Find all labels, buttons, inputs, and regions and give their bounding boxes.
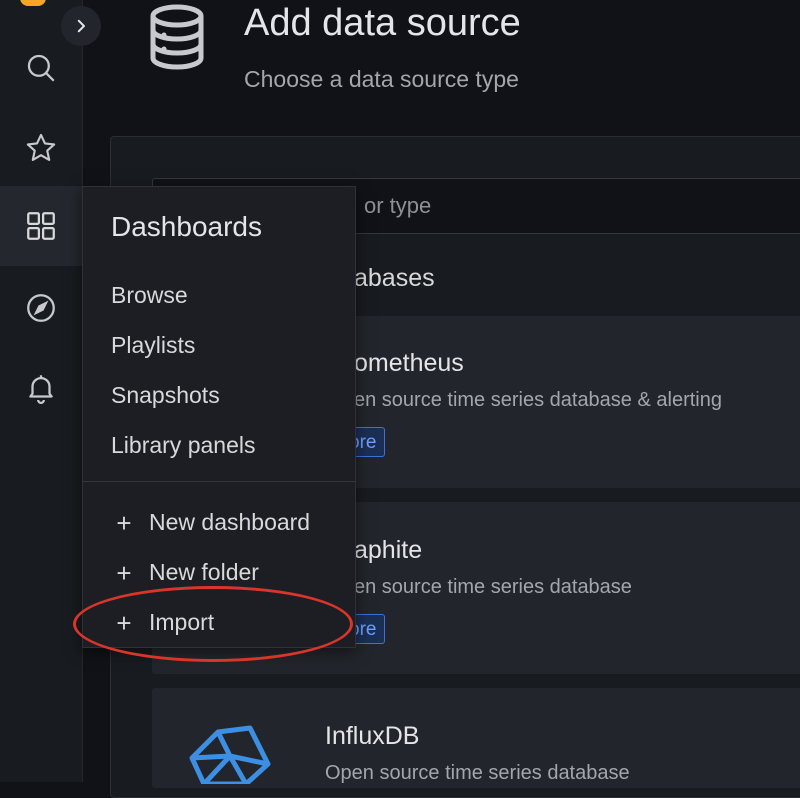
page-title: Add data source [244,2,521,44]
section-title: abases [354,264,435,292]
search-placeholder: or type [364,193,432,218]
menu-item-new-dashboard[interactable]: + New dashboard [111,509,310,536]
search-icon [27,54,55,82]
star-icon [26,133,56,161]
page-subtitle: Choose a data source type [244,66,519,92]
highlight-annotation [73,586,353,662]
nav-explore[interactable] [0,268,82,348]
datasource-name: aphite [354,536,423,564]
influxdb-logo-icon [189,725,271,784]
menu-item-browse[interactable]: Browse [111,282,188,309]
compass-icon [27,294,55,322]
side-nav [0,0,83,782]
nav-dashboards[interactable] [0,186,82,266]
grafana-logo[interactable] [20,0,46,6]
dashboards-flyout-menu: Dashboards Browse Playlists Snapshots Li… [82,186,356,648]
menu-item-snapshots[interactable]: Snapshots [111,382,220,409]
menu-item-label: New dashboard [149,509,311,535]
datasource-name: ometheus [354,349,464,377]
datasource-description: en source time series database [354,576,632,598]
expand-menu-button[interactable] [61,6,101,46]
dashboards-grid-icon [27,212,55,240]
flyout-title[interactable]: Dashboards [111,211,262,243]
plus-icon: + [116,507,132,538]
menu-item-new-folder[interactable]: + New folder [111,559,259,586]
menu-divider [83,481,355,482]
chevron-right-icon [77,19,85,33]
nav-starred[interactable] [0,108,82,188]
menu-item-label: New folder [149,559,259,585]
bell-icon [29,375,53,404]
menu-item-library-panels[interactable]: Library panels [111,432,255,459]
menu-item-playlists[interactable]: Playlists [111,332,195,359]
database-icon [150,4,204,70]
datasource-name: InfluxDB [325,722,420,750]
nav-alerting[interactable] [0,348,82,428]
datasource-description: en source time series database & alertin… [354,389,722,411]
plus-icon: + [116,557,132,588]
